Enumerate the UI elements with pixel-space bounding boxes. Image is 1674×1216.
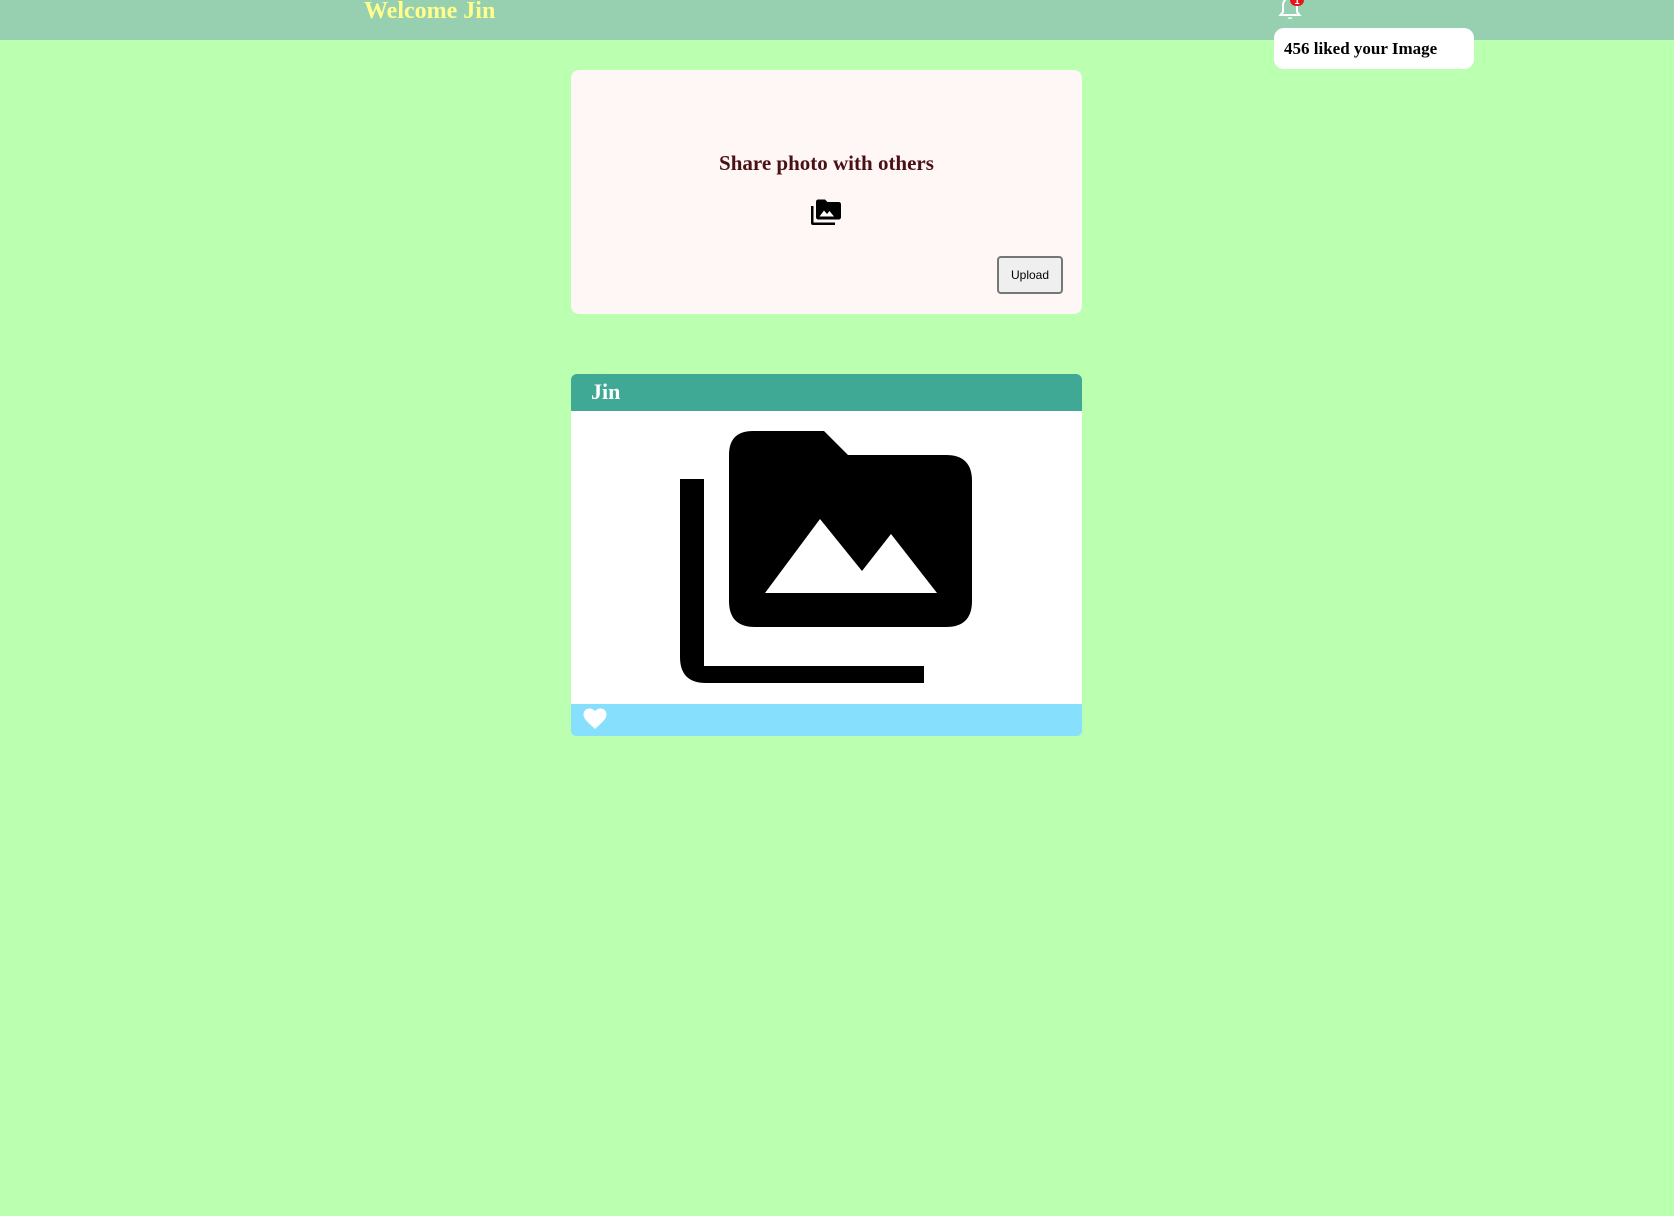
welcome-title: Welcome Jin bbox=[364, 0, 496, 24]
post-author: Jin bbox=[591, 379, 621, 404]
share-title: Share photo with others bbox=[719, 151, 934, 175]
notification-popup: 456 liked your Image bbox=[1274, 28, 1474, 69]
share-photo-card: Share photo with others Upload bbox=[571, 70, 1082, 314]
upload-button[interactable]: Upload bbox=[997, 256, 1063, 294]
photo-library-icon[interactable] bbox=[809, 198, 843, 226]
post-card: Jin bbox=[571, 374, 1082, 736]
heart-icon[interactable] bbox=[583, 708, 607, 730]
post-header: Jin bbox=[571, 374, 1082, 411]
photo-library-icon bbox=[680, 431, 972, 683]
notification-message: 456 liked your Image bbox=[1284, 39, 1438, 58]
post-footer bbox=[571, 704, 1082, 736]
post-image bbox=[571, 411, 1082, 704]
